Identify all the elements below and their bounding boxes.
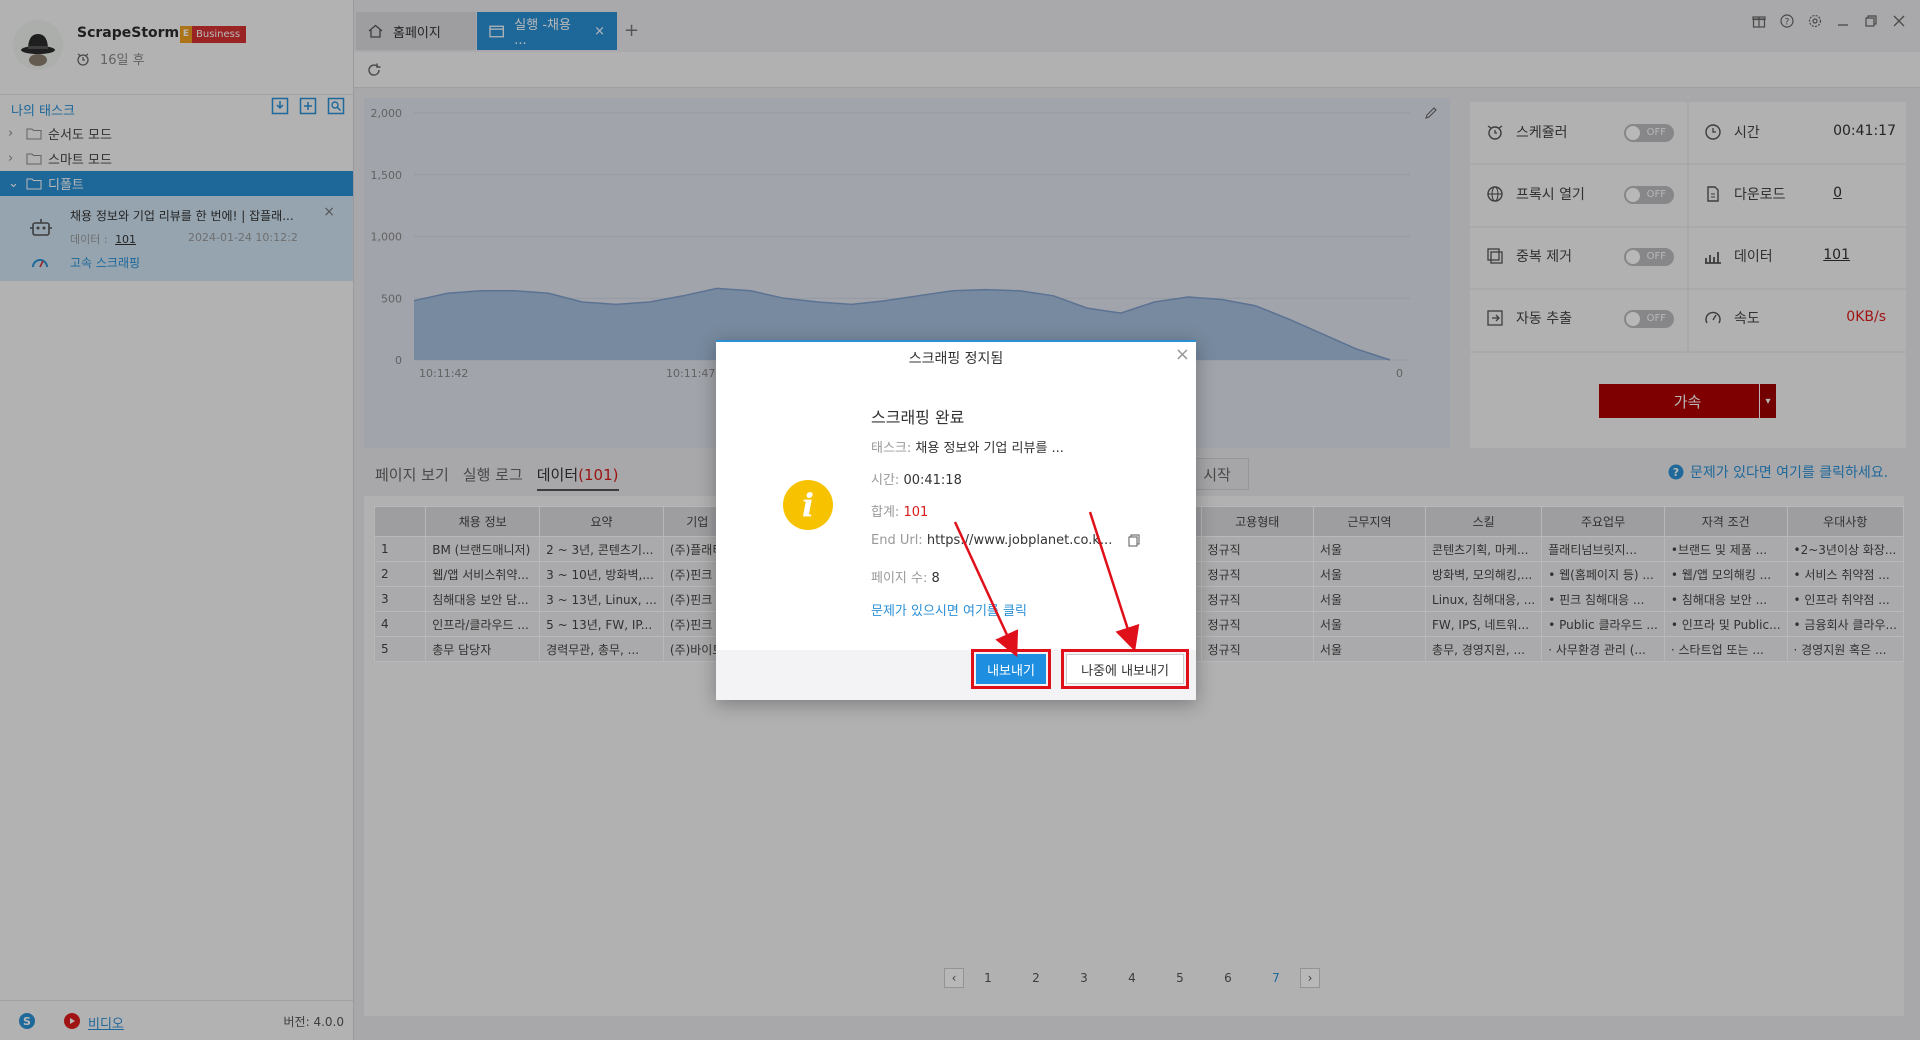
export-button[interactable]: 내보내기 [971, 649, 1051, 689]
dialog-pages-row: 페이지 수: 8 [871, 567, 940, 586]
scrape-stopped-dialog: 스크래핑 정지됨 × i 스크래핑 완료 태스크: 채용 정보와 기업 리뷰를 … [716, 340, 1196, 700]
url-label: End Url: [871, 533, 923, 548]
task-label: 태스크: [871, 441, 912, 456]
task-value: 채용 정보와 기업 리뷰를 ... [915, 441, 1064, 456]
dialog-help-link[interactable]: 문제가 있으시면 여기를 클릭 [871, 600, 1027, 619]
dialog-task-row: 태스크: 채용 정보와 기업 리뷰를 ... [871, 437, 1064, 456]
dialog-time-row: 시간: 00:41:18 [871, 469, 962, 488]
total-value: 101 [903, 505, 929, 520]
copy-icon[interactable] [1128, 534, 1141, 547]
dialog-heading: 스크래핑 완료 [871, 408, 965, 427]
info-icon: i [783, 480, 833, 530]
dialog-url-row: End Url: https://www.jobplanet.co.k... [871, 533, 1141, 548]
total-label: 합계: [871, 505, 900, 520]
pages-label: 페이지 수: [871, 571, 928, 586]
pages-value: 8 [931, 571, 940, 586]
url-value: https://www.jobplanet.co.k... [926, 533, 1113, 548]
time-label: 시간: [871, 473, 900, 488]
dialog-title: 스크래핑 정지됨 [908, 351, 1004, 367]
time-value: 00:41:18 [903, 473, 962, 488]
dialog-total-row: 합계: 101 [871, 501, 928, 520]
close-dialog-icon[interactable]: × [1175, 344, 1190, 365]
export-later-button[interactable]: 나중에 내보내기 [1061, 649, 1189, 689]
